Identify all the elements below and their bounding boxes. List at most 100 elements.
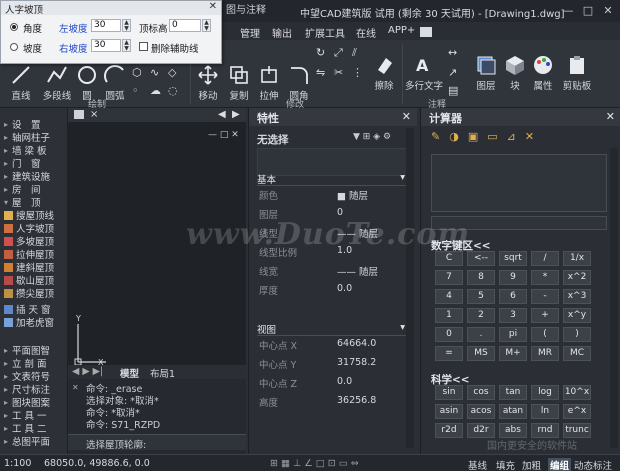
calc-key[interactable]: MS — [467, 346, 495, 361]
palette-subitem[interactable]: 搜屋顶线 — [4, 209, 54, 222]
properties-close-icon[interactable]: ✕ — [402, 110, 411, 123]
palette-item[interactable]: ▸ 轴网柱子 — [4, 131, 50, 145]
calc-key[interactable]: x^2 — [563, 270, 591, 285]
erase-button[interactable]: 擦除 — [370, 54, 398, 92]
leader-icon[interactable]: ↗ — [448, 66, 462, 80]
calc-key[interactable]: M+ — [499, 346, 527, 361]
calc-key[interactable]: log — [531, 385, 559, 400]
calculator-scrollbar[interactable] — [610, 148, 618, 448]
palette-item[interactable]: ▸ 工 具 二 — [4, 422, 47, 436]
palette-item[interactable]: ▸ 设 置 — [4, 118, 41, 132]
palette-item[interactable]: ▸ 总图平面 — [4, 435, 50, 449]
calc-key[interactable]: 0 — [435, 327, 463, 342]
calc-key[interactable]: 5 — [467, 289, 495, 304]
tab-layout1[interactable]: 布局1 — [150, 366, 175, 380]
palette-item[interactable]: ▸ 房 间 — [4, 183, 41, 197]
calc-key[interactable]: asin — [435, 404, 463, 419]
palette-subitem[interactable]: 插 天 窗 — [4, 303, 51, 316]
palette-subitem[interactable]: 加老虎窗 — [4, 316, 54, 329]
menu-manage[interactable]: 管理 — [240, 25, 260, 40]
calc-key[interactable]: sqrt — [499, 251, 527, 266]
palette-item[interactable]: ▸ 图块图案 — [4, 396, 50, 410]
selection-dropdown[interactable]: 无选择 — [257, 132, 289, 147]
command-close-icon[interactable]: ✕ — [72, 383, 79, 392]
prop-row[interactable]: 高度 36256.8 — [257, 395, 407, 411]
palette-item[interactable]: ▸ 尺寸标注 — [4, 383, 50, 397]
calc-key[interactable]: abs — [499, 423, 527, 438]
scale-icon[interactable]: ⤢ — [334, 46, 348, 60]
toggle-group[interactable]: 编组 — [548, 458, 572, 471]
status-mode-icons[interactable]: ⊞ ▦ ⊥ ∠ □ ⊡ ▭ ⇔ — [270, 458, 359, 469]
palette-item[interactable]: ▸ 建筑设施 — [4, 170, 50, 184]
menu-output[interactable]: 输出 — [272, 25, 292, 40]
tab-model[interactable]: 模型 — [120, 366, 139, 380]
palette-subitem[interactable]: 多坡屋顶 — [4, 235, 54, 248]
table-icon[interactable]: ▤ — [448, 84, 462, 98]
menu-extend-tools[interactable]: 扩展工具 — [305, 25, 345, 40]
menu-extra-icon[interactable] — [420, 27, 432, 37]
calc-key[interactable]: acos — [467, 404, 495, 419]
array-icon[interactable]: ⋮ — [352, 66, 366, 80]
move-button[interactable]: 移动 — [194, 64, 222, 102]
boundary-icon[interactable]: ◌ — [168, 84, 182, 98]
palette-subitem-active[interactable]: 人字坡顶 — [4, 222, 54, 235]
prop-row[interactable]: 中心点 Y 31758.2 — [257, 357, 407, 373]
viewport-controls[interactable]: — □ ✕ — [208, 130, 239, 140]
prop-row[interactable]: 线宽 —— 随层 — [257, 264, 407, 280]
calc-key[interactable]: atan — [499, 404, 527, 419]
calc-key[interactable]: MR — [531, 346, 559, 361]
polyline-button[interactable]: 多段线 — [40, 64, 74, 102]
offset-icon[interactable]: ⫽ — [352, 46, 366, 60]
palette-subitem[interactable]: 攒尖屋顶 — [4, 287, 54, 300]
calc-key[interactable]: * — [531, 270, 559, 285]
palette-subitem[interactable]: 建斜屋顶 — [4, 261, 54, 274]
calc-key[interactable]: + — [531, 308, 559, 323]
dimension-icon[interactable]: ↔ — [448, 46, 462, 60]
calc-key[interactable]: C — [435, 251, 463, 266]
calc-key[interactable]: <-- — [467, 251, 495, 266]
properties-button[interactable]: 属性 — [530, 54, 556, 92]
palette-subitem[interactable]: 歇山屋顶 — [4, 274, 54, 287]
prop-row[interactable]: 厚度 0.0 — [257, 283, 407, 299]
calc-key[interactable]: 4 — [435, 289, 463, 304]
calc-key[interactable]: x^3 — [563, 289, 591, 304]
point-icon[interactable]: ◦ — [132, 84, 146, 98]
tab-scroll-left-icon[interactable]: ◀ — [218, 109, 226, 120]
calc-key[interactable]: 10^x — [563, 385, 591, 400]
calc-key[interactable]: sin — [435, 385, 463, 400]
calc-key[interactable]: 1 — [435, 308, 463, 323]
block-button[interactable]: 块 — [504, 54, 526, 92]
dialog-titlebar[interactable]: 人字坡顶 ✕ — [1, 1, 221, 16]
calc-key[interactable]: / — [531, 251, 559, 266]
select-objects-icons[interactable]: ▼ ⊞ ◈ ⚙ — [353, 132, 391, 142]
toggle-baseline[interactable]: 基线 — [468, 458, 487, 471]
region-icon[interactable]: ◇ — [168, 66, 182, 80]
calc-key[interactable]: ln — [531, 404, 559, 419]
trim-icon[interactable]: ✂ — [334, 66, 348, 80]
menu-app-plus[interactable]: APP+ — [388, 25, 415, 36]
command-input[interactable]: 选择屋顶轮廓: — [68, 434, 246, 451]
toggle-bold[interactable]: 加粗 — [522, 458, 541, 471]
scale-indicator[interactable]: 1:100 — [4, 458, 31, 469]
revcloud-icon[interactable]: ☁ — [150, 84, 164, 98]
polygon-icon[interactable]: ⬡ — [132, 66, 146, 80]
spline-icon[interactable]: ∿ — [150, 66, 164, 80]
calc-key[interactable]: rnd — [531, 423, 559, 438]
ridge-height-spinner[interactable]: ▲ ▼ — [202, 19, 211, 32]
calc-key[interactable]: 6 — [499, 289, 527, 304]
maximize-icon[interactable]: □ — [580, 3, 596, 19]
right-slope-spinner[interactable]: ▲ ▼ — [122, 39, 131, 52]
layout-nav-icon[interactable]: ◀ ▶ ▶| — [72, 366, 103, 377]
calc-key[interactable]: e^x — [563, 404, 591, 419]
stretch-button[interactable]: 拉伸 — [256, 64, 282, 102]
calc-key[interactable]: MC — [563, 346, 591, 361]
toggle-fill[interactable]: 填充 — [496, 458, 515, 471]
calc-key[interactable]: . — [467, 327, 495, 342]
calc-key[interactable]: 3 — [499, 308, 527, 323]
prop-row[interactable]: 颜色 ■ 随层 — [257, 188, 407, 204]
calc-key[interactable]: x^y — [563, 308, 591, 323]
palette-item[interactable]: ▸ 平面图智 — [4, 344, 50, 358]
palette-item[interactable]: ▸ 门 窗 — [4, 157, 41, 171]
palette-subitem[interactable]: 拉伸屋顶 — [4, 248, 54, 261]
calculator-close-icon[interactable]: ✕ — [606, 110, 615, 123]
